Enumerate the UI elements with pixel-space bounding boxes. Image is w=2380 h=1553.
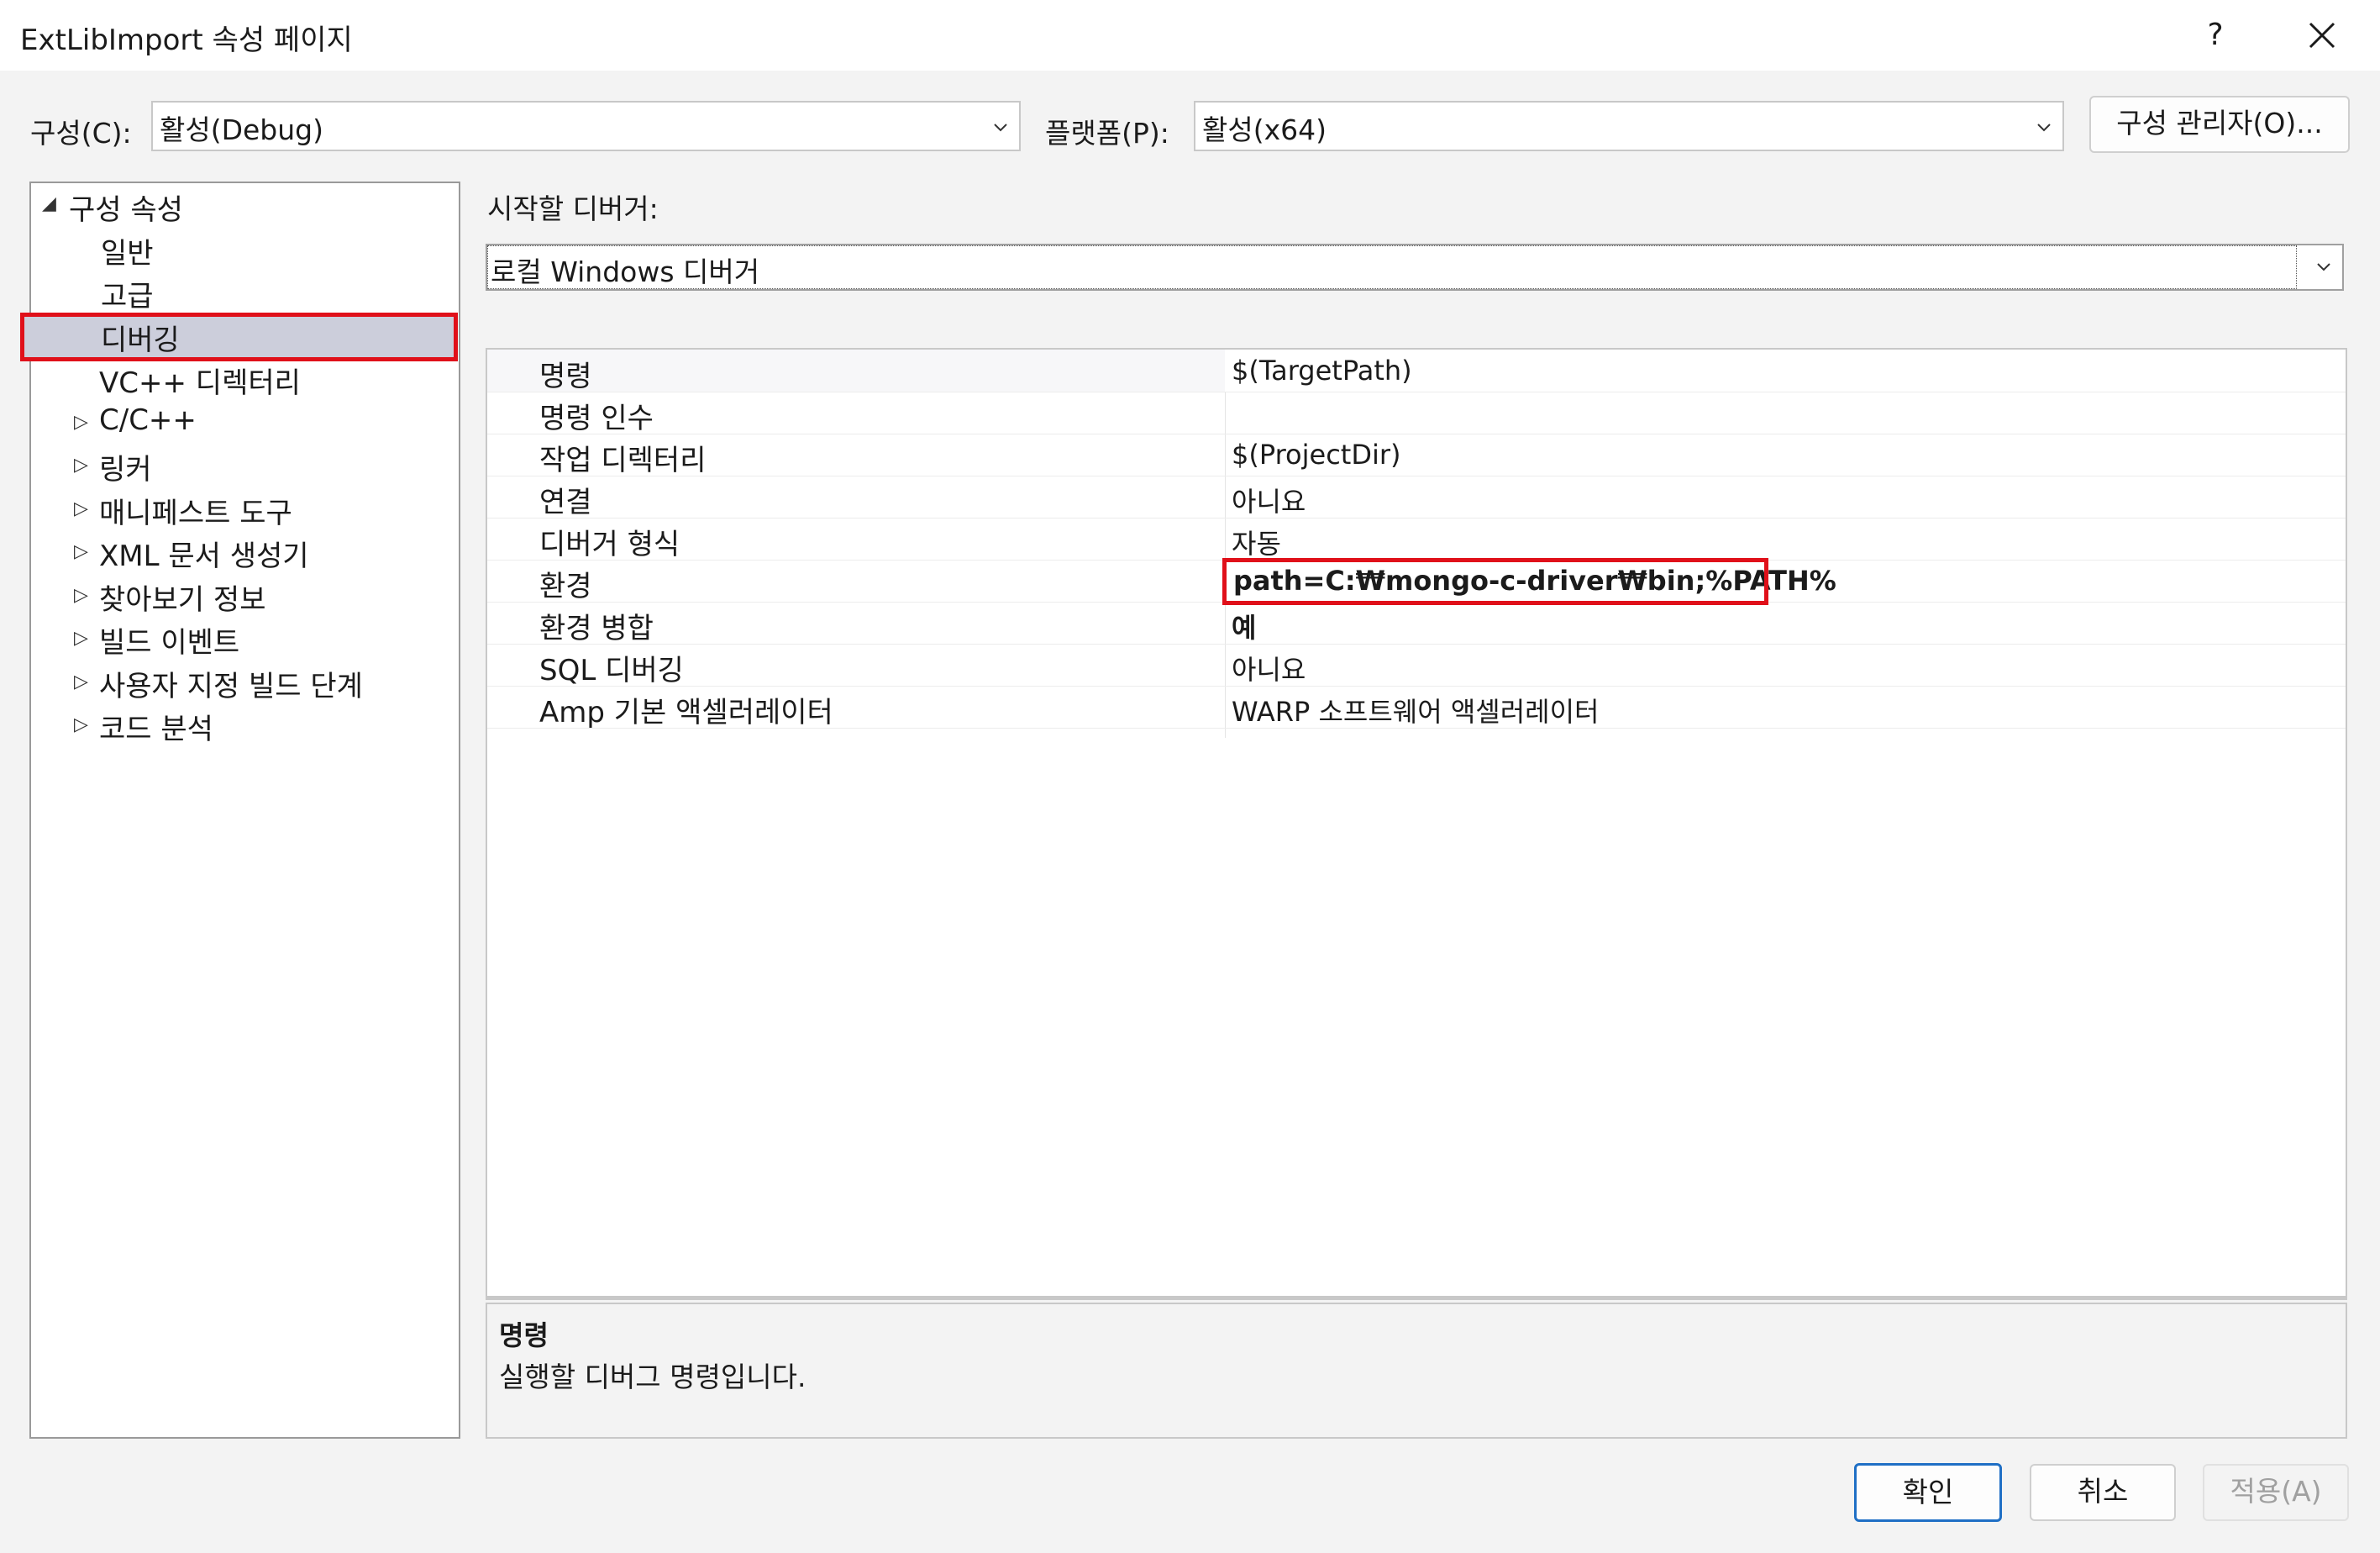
cancel-button[interactable]: 취소 [2030, 1464, 2176, 1521]
property-row[interactable]: 작업 디렉터리 $(ProjectDir) [487, 434, 2346, 477]
property-value[interactable]: $(TargetPath) [1232, 355, 1412, 387]
property-name: 명령 [539, 360, 592, 393]
expand-arrow-icon[interactable]: ▷ [74, 412, 88, 433]
property-name: SQL 디버깅 [539, 654, 684, 687]
property-name: 환경 병합 [539, 612, 654, 645]
apply-button[interactable]: 적용(A) [2203, 1464, 2349, 1521]
config-value: 활성(Debug) [160, 113, 323, 146]
tree-item-cpp[interactable]: C/C++ [99, 403, 197, 437]
title-bar: ExtLibImport 속성 페이지 ? [0, 0, 2380, 71]
platform-dropdown[interactable]: 활성(x64) [1194, 101, 2064, 151]
close-icon [2309, 22, 2335, 49]
grid-description-divider[interactable] [486, 1297, 2347, 1300]
highlight-box-debugging [20, 313, 458, 361]
debugger-label: 시작할 디버거: [487, 192, 659, 225]
property-value[interactable]: 아니요 [1232, 649, 1306, 687]
expanded-arrow-icon: ◢ [42, 193, 56, 214]
tree-item-advanced[interactable]: 고급 [101, 273, 154, 314]
property-name: 연결 [539, 486, 592, 519]
property-grid: 명령 $(TargetPath) 명령 인수 작업 디렉터리 $(Project… [486, 348, 2347, 1298]
description-panel: 명령 실행할 디버그 명령입니다. [486, 1303, 2347, 1439]
help-button[interactable]: ? [2188, 10, 2242, 61]
property-name: Amp 기본 액셀러레이터 [539, 696, 833, 729]
expand-arrow-icon[interactable]: ▷ [74, 498, 88, 519]
tree-item-vc-directories[interactable]: VC++ 디렉터리 [99, 360, 301, 401]
property-row[interactable]: 디버거 형식 자동 [487, 518, 2346, 561]
chevron-down-icon [994, 124, 1007, 132]
description-text: 실행할 디버그 명령입니다. [499, 1361, 806, 1393]
property-value[interactable]: WARP 소프트웨어 액셀러레이터 [1232, 691, 1600, 729]
property-name: 환경 [539, 570, 592, 603]
property-value[interactable]: 예 [1232, 607, 1256, 645]
platform-value: 활성(x64) [1202, 113, 1327, 146]
property-row[interactable]: 환경 병합 예 [487, 602, 2346, 645]
platform-label: 플랫폼(P): [1045, 117, 1169, 150]
tree-item-linker[interactable]: 링커 [99, 446, 152, 487]
ok-button[interactable]: 확인 [1854, 1463, 2002, 1522]
tree-item-custom-build-step[interactable]: 사용자 지정 빌드 단계 [99, 663, 363, 704]
debugger-dropdown[interactable]: 로컬 Windows 디버거 [486, 244, 2344, 291]
property-value[interactable]: 아니요 [1232, 481, 1306, 519]
expand-arrow-icon[interactable]: ▷ [74, 541, 88, 562]
property-name: 디버거 형식 [539, 528, 680, 561]
config-manager-button[interactable]: 구성 관리자(O)... [2089, 96, 2350, 153]
chevron-down-icon [2317, 263, 2330, 271]
property-row[interactable]: 명령 인수 [487, 392, 2346, 435]
window-title: ExtLibImport 속성 페이지 [20, 24, 353, 57]
tree-item-debugging[interactable]: 디버깅 [101, 317, 180, 358]
property-pages-dialog: ExtLibImport 속성 페이지 ? 구성(C): 활성(Debug) 플… [0, 0, 2380, 1553]
description-title: 명령 [499, 1319, 549, 1351]
property-name: 작업 디렉터리 [539, 444, 707, 477]
property-row[interactable]: 명령 $(TargetPath) [487, 350, 2346, 393]
debugger-value: 로컬 Windows 디버거 [491, 255, 760, 288]
expand-arrow-icon[interactable]: ▷ [74, 671, 88, 692]
config-label: 구성(C): [30, 117, 132, 150]
chevron-down-icon [2037, 124, 2051, 132]
highlight-box-environment [1222, 558, 1768, 605]
tree-item-general[interactable]: 일반 [101, 230, 154, 271]
property-row[interactable]: Amp 기본 액셀러레이터 WARP 소프트웨어 액셀러레이터 [487, 686, 2346, 729]
config-dropdown[interactable]: 활성(Debug) [151, 101, 1021, 151]
property-value[interactable]: 자동 [1232, 523, 1281, 561]
property-row[interactable]: SQL 디버깅 아니요 [487, 644, 2346, 687]
tree-item-build-events[interactable]: 빌드 이벤트 [99, 619, 239, 661]
property-name: 명령 인수 [539, 402, 654, 435]
property-value[interactable]: $(ProjectDir) [1232, 439, 1401, 471]
expand-arrow-icon[interactable]: ▷ [74, 455, 88, 476]
tree-item-manifest-tool[interactable]: 매니페스트 도구 [99, 490, 292, 531]
expand-arrow-icon[interactable]: ▷ [74, 714, 88, 735]
row-label-bg [487, 350, 1225, 392]
tree-item-code-analysis[interactable]: 코드 분석 [99, 706, 213, 747]
property-row[interactable]: 연결 아니요 [487, 476, 2346, 519]
expand-arrow-icon[interactable]: ▷ [74, 628, 88, 649]
tree-root-label[interactable]: 구성 속성 [69, 187, 183, 228]
tree-item-xml-doc-generator[interactable]: XML 문서 생성기 [99, 533, 309, 574]
tree-item-browse-info[interactable]: 찾아보기 정보 [99, 576, 266, 618]
close-button[interactable] [2295, 10, 2349, 61]
expand-arrow-icon[interactable]: ▷ [74, 585, 88, 606]
